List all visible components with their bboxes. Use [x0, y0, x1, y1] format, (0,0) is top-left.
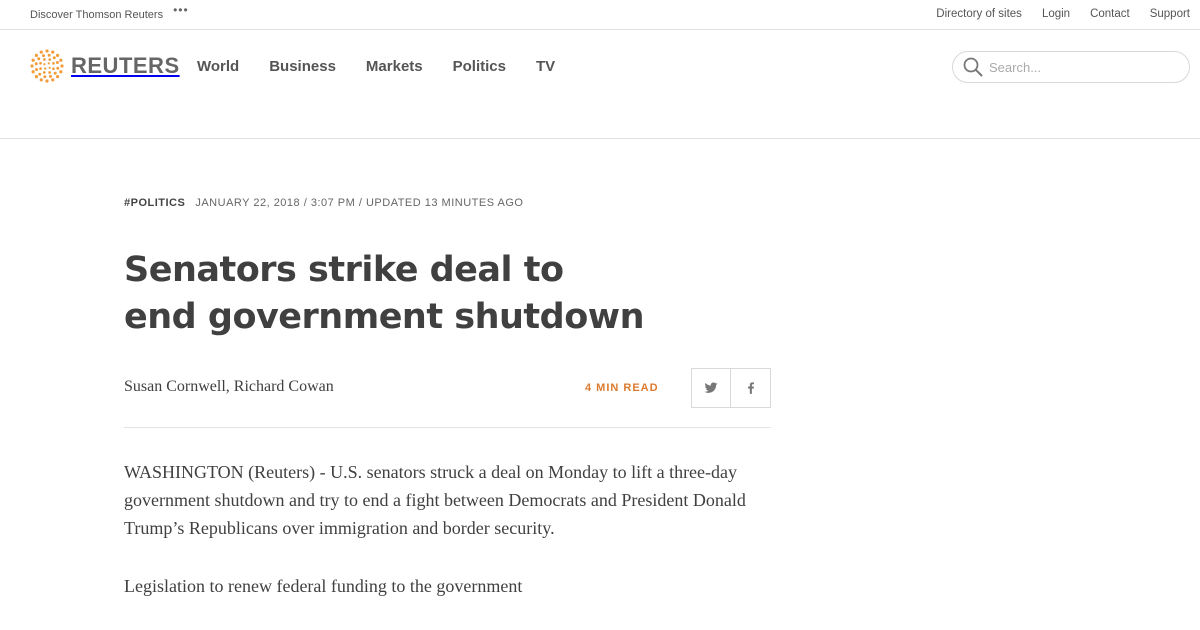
article: #Politics January 22, 2018 / 3:07 PM / U… [124, 197, 771, 630]
logo-dot [52, 62, 55, 65]
utility-left: Discover Thomson Reuters ••• [30, 3, 189, 22]
main-header: REUTERS World Business Markets Politics … [0, 30, 1200, 139]
logo-dot [52, 67, 55, 71]
share-facebook-button[interactable] [731, 368, 771, 408]
logo-dot [39, 61, 42, 65]
nav-item-business[interactable]: Business [269, 58, 336, 75]
logo-dot [48, 66, 51, 69]
logo-dot [60, 64, 64, 68]
reuters-logo-mark-icon [30, 49, 64, 83]
read-time: 4 MIN READ [585, 382, 659, 394]
byline-row: Susan Cornwell, Richard Cowan 4 MIN READ [124, 368, 771, 428]
logo-dot [39, 78, 43, 82]
nav-item-tv[interactable]: TV [536, 58, 555, 75]
logo-dot [35, 68, 39, 71]
logo-dot [59, 58, 63, 62]
logo-dot [42, 54, 45, 58]
logo-dot [39, 50, 43, 54]
share-buttons [691, 368, 771, 408]
section-tag[interactable]: #Politics [124, 197, 185, 209]
logo-dot [51, 78, 55, 82]
search-icon[interactable] [963, 57, 983, 77]
utility-links: Directory of sites Login Contact Support [916, 8, 1190, 20]
logo-dot [45, 79, 49, 83]
main-nav: World Business Markets Politics TV [197, 58, 585, 75]
directory-of-sites-link[interactable]: Directory of sites [936, 8, 1022, 20]
logo-dot [43, 63, 46, 66]
logo-dot [43, 75, 47, 79]
contact-link[interactable]: Contact [1090, 8, 1130, 20]
logo-dot [48, 71, 51, 74]
logo-dot [39, 67, 42, 70]
logo-dot [45, 49, 49, 53]
nav-item-markets[interactable]: Markets [366, 58, 423, 75]
share-twitter-button[interactable] [691, 368, 731, 408]
logo-dot [44, 67, 47, 70]
login-link[interactable]: Login [1042, 8, 1070, 20]
utility-bar: Discover Thomson Reuters ••• Directory o… [0, 0, 1200, 30]
logo-dot [56, 53, 60, 57]
logo-dot [43, 58, 46, 61]
nav-item-politics[interactable]: Politics [453, 58, 506, 75]
logo-dot [31, 58, 35, 62]
logo-dot [34, 62, 38, 66]
twitter-icon [704, 382, 718, 393]
article-date: January 22, 2018 / 3:07 PM / Updated 13 … [195, 197, 524, 209]
logo-dot [47, 62, 50, 65]
article-paragraph: WASHINGTON (Reuters) - U.S. senators str… [124, 462, 746, 538]
logo-dot [53, 71, 57, 75]
logo-dot [48, 58, 52, 61]
logo-dot [49, 74, 52, 78]
nav-item-world[interactable]: World [197, 58, 239, 75]
logo-dot [31, 70, 35, 74]
facebook-icon [747, 382, 754, 394]
logo-dot [37, 57, 41, 61]
logo-dot [38, 72, 42, 76]
discover-link[interactable]: Discover Thomson Reuters [30, 9, 163, 21]
logo-dot [34, 53, 38, 57]
article-meta: #Politics January 22, 2018 / 3:07 PM / U… [124, 197, 771, 209]
logo-dot [30, 64, 34, 68]
article-byline[interactable]: Susan Cornwell, Richard Cowan [124, 378, 334, 396]
logo-dot [51, 50, 55, 54]
logo-dot [42, 71, 46, 74]
logo-dot [56, 66, 60, 70]
search-input[interactable] [989, 59, 1179, 75]
logo-dot [34, 75, 38, 79]
logo-dot [56, 75, 60, 79]
logo-dot [52, 56, 56, 60]
logo-dot [59, 70, 63, 74]
more-dots-icon[interactable]: ••• [173, 3, 189, 17]
logo-dot [55, 61, 59, 64]
reuters-logo[interactable]: REUTERS [30, 49, 180, 83]
search-box[interactable] [952, 51, 1190, 83]
logo-text: REUTERS [71, 53, 180, 78]
article-headline: Senators strike deal to end government s… [124, 250, 645, 337]
article-body: WASHINGTON (Reuters) - U.S. senators str… [124, 458, 771, 600]
logo-dot [47, 53, 51, 57]
article-paragraph: Legislation to renew federal funding to … [124, 576, 523, 596]
support-link[interactable]: Support [1150, 8, 1190, 20]
